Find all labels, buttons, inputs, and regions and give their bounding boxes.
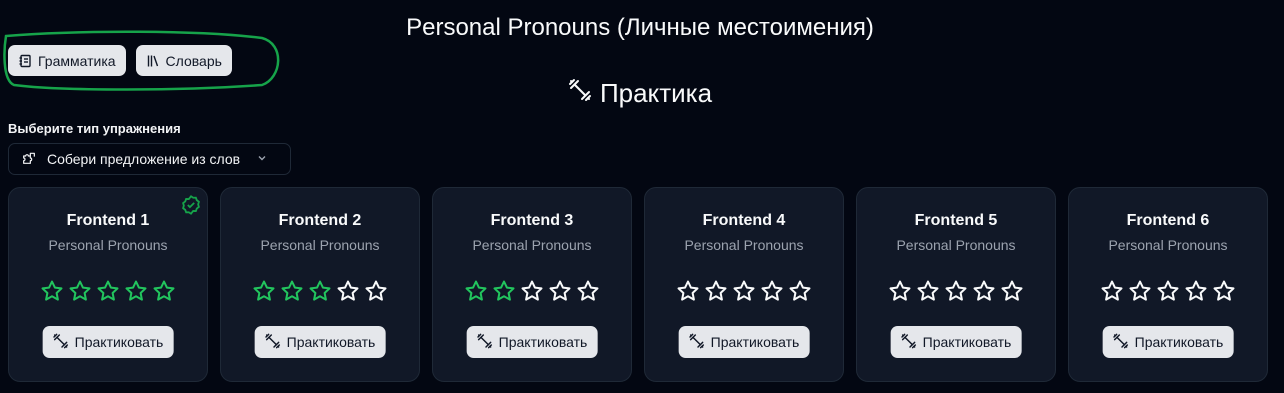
practice-button-label: Практиковать: [286, 334, 376, 350]
card-title: Frontend 2: [278, 212, 362, 229]
star-rating: [857, 279, 1055, 303]
chevron-down-icon: [256, 151, 268, 167]
grammar-button[interactable]: Грамматика: [8, 45, 126, 76]
practice-button-label: Практиковать: [922, 334, 1012, 350]
lesson-card: Frontend 3 Personal Pronouns Практиковать: [432, 187, 632, 382]
card-title: Frontend 3: [490, 212, 574, 229]
star-filled-icon: [492, 279, 516, 303]
card-subtitle: Personal Pronouns: [1108, 237, 1228, 253]
exercise-type-label: Выберите тип упражнения: [8, 121, 181, 136]
star-empty-icon: [944, 279, 968, 303]
star-empty-icon: [888, 279, 912, 303]
notebook-icon: [18, 54, 32, 68]
star-rating: [221, 279, 419, 303]
section-title-label: Практика: [599, 78, 713, 108]
exercise-type-value: Собери предложение из слов: [47, 151, 241, 167]
dumbbell-icon: [53, 333, 69, 352]
card-subtitle: Personal Pronouns: [472, 237, 592, 253]
star-rating: [433, 279, 631, 303]
practice-button-label: Практиковать: [498, 334, 588, 350]
star-rating: [645, 279, 843, 303]
card-title: Frontend 4: [702, 212, 786, 229]
star-empty-icon: [972, 279, 996, 303]
star-filled-icon: [96, 279, 120, 303]
puzzle-icon: [21, 150, 37, 169]
star-empty-icon: [520, 279, 544, 303]
dumbbell-icon: [568, 78, 592, 109]
star-empty-icon: [364, 279, 388, 303]
dumbbell-icon: [477, 333, 493, 352]
star-filled-icon: [308, 279, 332, 303]
section-title: Практика: [0, 78, 1280, 109]
card-subtitle: Personal Pronouns: [684, 237, 804, 253]
lesson-card: Frontend 5 Personal Pronouns Практиковать: [856, 187, 1056, 382]
practice-button[interactable]: Практиковать: [890, 326, 1022, 358]
nav-buttons: Грамматика Словарь: [8, 45, 232, 76]
dictionary-button-label: Словарь: [165, 52, 222, 69]
star-filled-icon: [152, 279, 176, 303]
star-filled-icon: [280, 279, 304, 303]
lesson-cards: Frontend 1 Personal Pronouns Практиковать F…: [8, 187, 1268, 382]
star-empty-icon: [704, 279, 728, 303]
dumbbell-icon: [901, 333, 917, 352]
star-rating: [1069, 279, 1267, 303]
page-title: Personal Pronouns (Личные местоимения): [406, 14, 874, 41]
star-filled-icon: [68, 279, 92, 303]
lesson-card: Frontend 2 Personal Pronouns Практиковать: [220, 187, 420, 382]
star-empty-icon: [1184, 279, 1208, 303]
star-empty-icon: [1156, 279, 1180, 303]
practice-button-label: Практиковать: [74, 334, 164, 350]
star-empty-icon: [1212, 279, 1236, 303]
star-empty-icon: [548, 279, 572, 303]
grammar-button-label: Грамматика: [38, 52, 116, 69]
practice-page: Personal Pronouns (Личные местоимения) Г…: [0, 0, 1284, 393]
practice-button[interactable]: Практиковать: [254, 326, 386, 358]
card-title: Frontend 1: [66, 212, 150, 229]
practice-button[interactable]: Практиковать: [678, 326, 810, 358]
lesson-card: Frontend 4 Personal Pronouns Практиковать: [644, 187, 844, 382]
lesson-card: Frontend 6 Personal Pronouns Практиковать: [1068, 187, 1268, 382]
star-filled-icon: [40, 279, 64, 303]
practice-button[interactable]: Практиковать: [466, 326, 598, 358]
star-empty-icon: [336, 279, 360, 303]
star-empty-icon: [788, 279, 812, 303]
dumbbell-icon: [689, 333, 705, 352]
star-empty-icon: [732, 279, 756, 303]
star-filled-icon: [252, 279, 276, 303]
dumbbell-icon: [1113, 333, 1129, 352]
dictionary-button[interactable]: Словарь: [135, 45, 232, 76]
star-empty-icon: [576, 279, 600, 303]
star-filled-icon: [124, 279, 148, 303]
star-empty-icon: [760, 279, 784, 303]
practice-button-label: Практиковать: [710, 334, 800, 350]
star-filled-icon: [464, 279, 488, 303]
star-rating: [9, 279, 207, 303]
practice-button-label: Практиковать: [1134, 334, 1224, 350]
lesson-card: Frontend 1 Personal Pronouns Практиковать: [8, 187, 208, 382]
dumbbell-icon: [265, 333, 281, 352]
card-subtitle: Personal Pronouns: [896, 237, 1016, 253]
star-empty-icon: [1000, 279, 1024, 303]
card-subtitle: Personal Pronouns: [260, 237, 380, 253]
card-title: Frontend 5: [914, 212, 998, 229]
star-empty-icon: [1128, 279, 1152, 303]
library-icon: [146, 54, 160, 68]
practice-button[interactable]: Практиковать: [42, 326, 174, 358]
star-empty-icon: [1100, 279, 1124, 303]
star-empty-icon: [916, 279, 940, 303]
exercise-type-select[interactable]: Собери предложение из слов: [8, 143, 291, 175]
card-subtitle: Personal Pronouns: [48, 237, 168, 253]
star-empty-icon: [676, 279, 700, 303]
card-title: Frontend 6: [1126, 212, 1210, 229]
practice-button[interactable]: Практиковать: [1102, 326, 1234, 358]
